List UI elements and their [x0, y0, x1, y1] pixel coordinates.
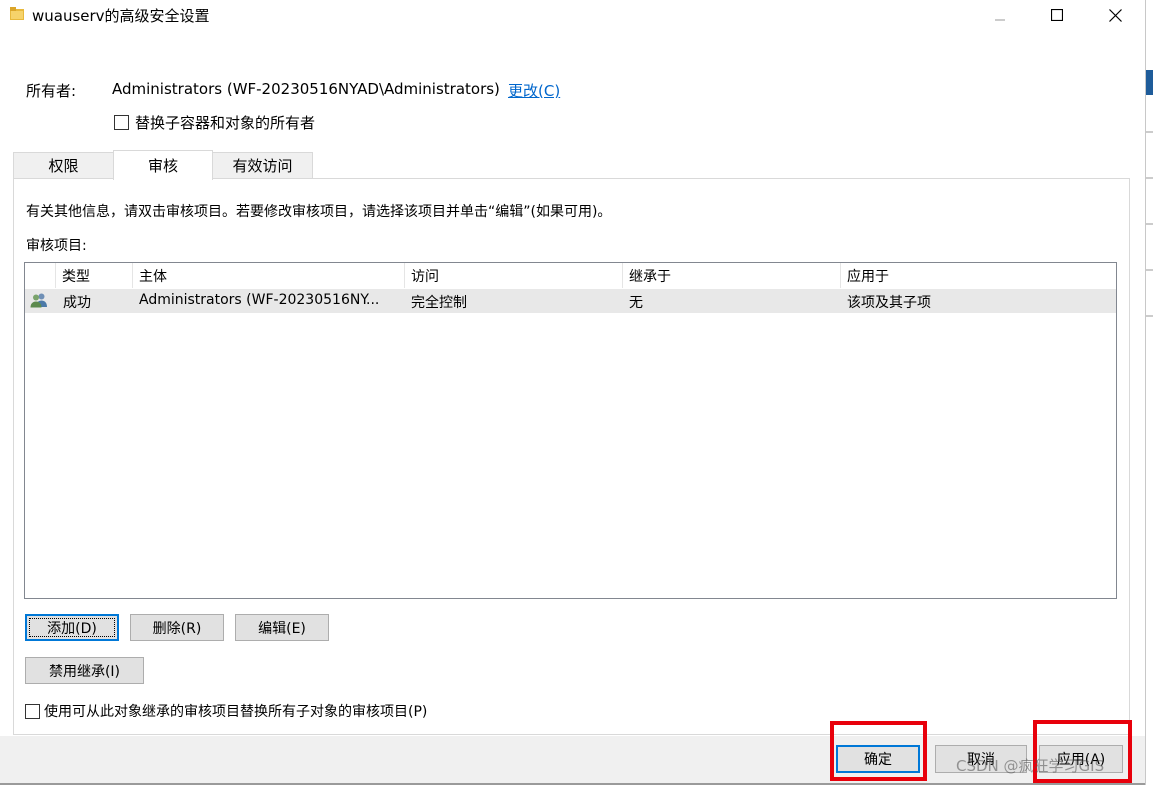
window-title: wuauserv的高级安全设置: [32, 5, 210, 26]
cell-inherited-from: 无: [629, 292, 643, 312]
owner-value: Administrators (WF-20230516NYAD\Administ…: [112, 80, 500, 98]
add-button[interactable]: 添加(D): [25, 614, 119, 641]
folder-icon: [10, 7, 24, 20]
maximize-icon: [1051, 9, 1063, 21]
disable-inheritance-button[interactable]: 禁用继承(I): [25, 657, 144, 684]
column-header-type[interactable]: 类型: [56, 263, 133, 288]
users-icon: [30, 292, 48, 308]
highlight-box-ok: [830, 721, 927, 781]
minimize-icon: [994, 9, 1006, 21]
audit-entries-label: 审核项目:: [26, 235, 87, 255]
close-button[interactable]: [1092, 0, 1138, 30]
owner-label: 所有者:: [26, 80, 76, 101]
remove-button[interactable]: 删除(R): [130, 614, 224, 641]
column-header-principal[interactable]: 主体: [133, 263, 405, 288]
column-header-applies-to[interactable]: 应用于: [841, 263, 1116, 288]
watermark: CSDN @疯狂学习GIS: [956, 755, 1104, 776]
maximize-button[interactable]: [1034, 0, 1080, 30]
replace-child-entries-label[interactable]: 使用可从此对象继承的审核项目替换所有子对象的审核项目(P): [44, 701, 427, 721]
change-owner-link[interactable]: 更改(C): [508, 80, 560, 101]
tab-permissions[interactable]: 权限: [13, 152, 114, 178]
info-text: 有关其他信息，请双击审核项目。若要修改审核项目，请选择该项目并单击“编辑”(如果…: [26, 201, 611, 221]
column-header-inherited-from[interactable]: 继承于: [623, 263, 841, 288]
tab-auditing[interactable]: 审核: [113, 150, 213, 180]
tab-effective-access[interactable]: 有效访问: [212, 152, 313, 178]
change-owner-link-text: 更改(C): [508, 82, 560, 100]
edit-button[interactable]: 编辑(E): [235, 614, 329, 641]
replace-child-entries-checkbox[interactable]: [25, 704, 40, 719]
background-window-accent: [1146, 70, 1153, 95]
replace-owner-label[interactable]: 替换子容器和对象的所有者: [135, 112, 315, 133]
close-icon: [1109, 9, 1122, 22]
column-header-access[interactable]: 访问: [405, 263, 623, 288]
cell-type: 成功: [63, 292, 91, 312]
cell-access: 完全控制: [411, 292, 467, 312]
column-header-icon[interactable]: [25, 263, 56, 288]
minimize-button[interactable]: [977, 0, 1023, 30]
replace-owner-checkbox[interactable]: [114, 115, 129, 130]
background-window-lines: [1146, 130, 1153, 330]
background-window-edge: [1145, 0, 1153, 785]
cell-applies-to: 该项及其子项: [847, 292, 931, 312]
cell-principal: Administrators (WF-20230516NY...: [139, 292, 401, 308]
